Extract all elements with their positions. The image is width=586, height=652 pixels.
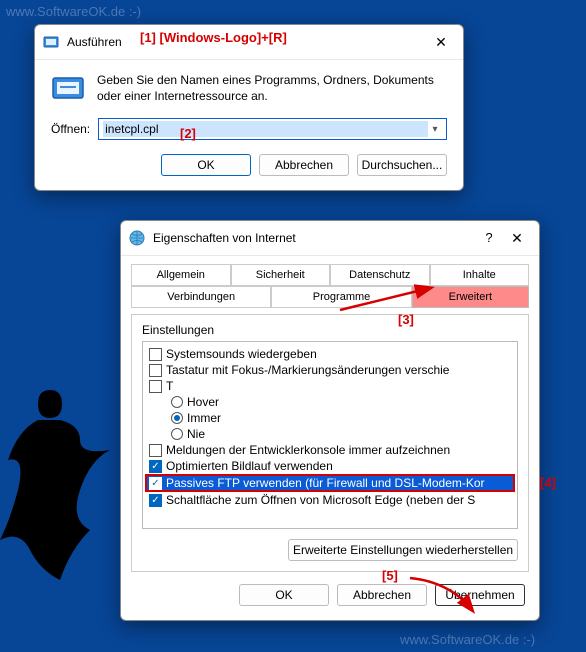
globe-icon: [129, 230, 145, 246]
option-label: Immer: [187, 411, 221, 425]
checkbox[interactable]: ✓: [149, 460, 162, 473]
tab-allgemein[interactable]: Allgemein: [131, 264, 231, 286]
radio[interactable]: [171, 412, 183, 424]
run-dialog: Ausführen ✕ Geben Sie den Namen eines Pr…: [34, 24, 464, 191]
tab-verbindungen[interactable]: Verbindungen: [131, 286, 271, 308]
watermark: www.SoftwareOK.de :-): [6, 4, 141, 19]
tab-inhalte[interactable]: Inhalte: [430, 264, 530, 286]
cancel-button[interactable]: Abbrechen: [337, 584, 427, 606]
tab-sicherheit[interactable]: Sicherheit: [231, 264, 331, 286]
checkbox[interactable]: [149, 364, 162, 377]
open-label: Öffnen:: [51, 122, 90, 136]
restore-defaults-button[interactable]: Erweiterte Einstellungen wiederherstelle…: [288, 539, 518, 561]
tab-datenschutz[interactable]: Datenschutz: [330, 264, 430, 286]
settings-option[interactable]: Hover: [145, 394, 515, 410]
option-label: Nie: [187, 427, 205, 441]
tab-programme[interactable]: Programme: [271, 286, 411, 308]
settings-option[interactable]: Meldungen der Entwicklerkonsole immer au…: [145, 442, 515, 458]
watermark: www.SoftwareOK.de :-): [400, 632, 535, 647]
internet-properties-dialog: Eigenschaften von Internet ? ✕ Allgemein…: [120, 220, 540, 621]
run-titlebar: Ausführen ✕: [35, 25, 463, 60]
ok-button[interactable]: OK: [239, 584, 329, 606]
close-icon[interactable]: ✕: [503, 227, 531, 249]
annotation-4: [4]: [540, 475, 556, 490]
help-icon[interactable]: ?: [475, 227, 503, 249]
settings-option[interactable]: Tastatur mit Fokus-/Markierungsänderunge…: [145, 362, 515, 378]
checkbox[interactable]: [149, 380, 162, 393]
cancel-button[interactable]: Abbrechen: [259, 154, 349, 176]
settings-list[interactable]: Systemsounds wiedergeben Tastatur mit Fok…: [142, 341, 518, 529]
checkbox[interactable]: ✓: [149, 494, 162, 507]
settings-panel: Einstellungen Systemsounds wiedergeben Ta…: [131, 314, 529, 572]
option-label: Meldungen der Entwicklerkonsole immer au…: [166, 443, 450, 457]
option-label: Systemsounds wiedergeben: [166, 347, 317, 361]
option-label: Schaltfläche zum Öffnen von Microsoft Ed…: [166, 493, 475, 507]
tab-erweitert[interactable]: Erweitert: [412, 286, 529, 308]
checkbox[interactable]: [149, 444, 162, 457]
option-label: Optimierten Bildlauf verwenden: [166, 459, 333, 473]
radio[interactable]: [171, 396, 183, 408]
browse-button[interactable]: Durchsuchen...: [357, 154, 447, 176]
open-combobox[interactable]: ▾: [98, 118, 447, 140]
settings-option[interactable]: ✓ Passives FTP verwenden (für Firewall un…: [145, 474, 515, 492]
run-big-icon: [51, 72, 85, 106]
settings-option[interactable]: T: [145, 378, 515, 394]
open-input[interactable]: [103, 121, 428, 137]
props-title: Eigenschaften von Internet: [153, 231, 475, 245]
settings-option[interactable]: ✓ Schaltfläche zum Öffnen von Microsoft E…: [145, 492, 515, 508]
radio[interactable]: [171, 428, 183, 440]
option-label: Passives FTP verwenden (für Firewall und…: [166, 476, 485, 490]
tabs: Allgemein Sicherheit Datenschutz Inhalte…: [121, 256, 539, 308]
checkbox[interactable]: ✓: [149, 477, 162, 490]
run-title: Ausführen: [67, 35, 427, 49]
settings-option[interactable]: Nie: [145, 426, 515, 442]
chevron-down-icon[interactable]: ▾: [428, 124, 442, 135]
settings-option[interactable]: Immer: [145, 410, 515, 426]
run-icon: [43, 34, 59, 50]
ok-button[interactable]: OK: [161, 154, 251, 176]
settings-label: Einstellungen: [142, 323, 518, 337]
close-icon[interactable]: ✕: [427, 31, 455, 53]
run-description: Geben Sie den Namen eines Programms, Ord…: [97, 72, 447, 106]
props-titlebar: Eigenschaften von Internet ? ✕: [121, 221, 539, 256]
settings-option[interactable]: Systemsounds wiedergeben: [145, 346, 515, 362]
settings-option[interactable]: ✓ Optimierten Bildlauf verwenden: [145, 458, 515, 474]
option-label: Tastatur mit Fokus-/Markierungsänderunge…: [166, 363, 449, 377]
checkbox[interactable]: [149, 348, 162, 361]
decorative-figure: [0, 380, 120, 600]
option-label: Hover: [187, 395, 219, 409]
apply-button[interactable]: Übernehmen: [435, 584, 525, 606]
option-label: T: [166, 379, 173, 393]
